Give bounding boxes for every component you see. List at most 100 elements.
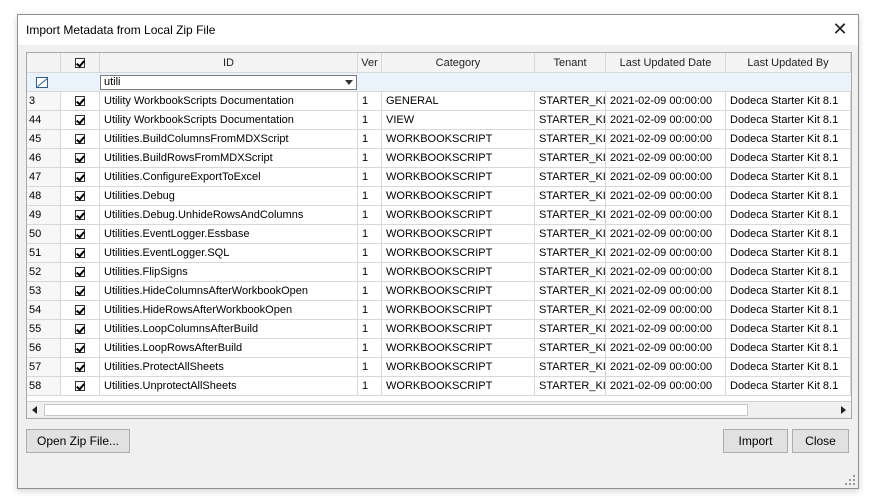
cell-tenant: STARTER_KIT xyxy=(535,263,606,282)
column-header-id[interactable]: ID xyxy=(100,53,358,73)
cell-id: Utility WorkbookScripts Documentation xyxy=(100,92,358,111)
row-select-cell[interactable] xyxy=(61,168,100,187)
row-select-cell[interactable] xyxy=(61,301,100,320)
row-number: 45 xyxy=(27,130,61,149)
cell-ver: 1 xyxy=(358,187,382,206)
cell-tenant: STARTER_KIT xyxy=(535,244,606,263)
cell-last-updated-by: Dodeca Starter Kit 8.1 xyxy=(726,187,851,206)
cell-id: Utilities.EventLogger.Essbase xyxy=(100,225,358,244)
row-select-cell[interactable] xyxy=(61,130,100,149)
row-checkbox[interactable] xyxy=(75,191,85,201)
cell-id: Utilities.BuildColumnsFromMDXScript xyxy=(100,130,358,149)
cell-category: WORKBOOKSCRIPT xyxy=(382,263,535,282)
cell-ver: 1 xyxy=(358,149,382,168)
id-filter-input[interactable]: utili xyxy=(100,75,357,90)
row-checkbox[interactable] xyxy=(75,324,85,334)
cell-last-updated-date: 2021-02-09 00:00:00 xyxy=(606,168,726,187)
row-number: 57 xyxy=(27,358,61,377)
chevron-down-icon[interactable] xyxy=(345,80,353,85)
row-checkbox[interactable] xyxy=(75,286,85,296)
row-checkbox[interactable] xyxy=(75,153,85,163)
open-zip-file-button[interactable]: Open Zip File... xyxy=(26,429,130,453)
row-select-cell[interactable] xyxy=(61,206,100,225)
column-header-last-updated-date[interactable]: Last Updated Date xyxy=(606,53,726,73)
row-select-cell[interactable] xyxy=(61,358,100,377)
cell-category: WORKBOOKSCRIPT xyxy=(382,187,535,206)
close-button[interactable]: Close xyxy=(792,429,849,453)
row-select-cell[interactable] xyxy=(61,149,100,168)
row-checkbox[interactable] xyxy=(75,229,85,239)
clear-filter-icon[interactable] xyxy=(36,77,48,88)
row-checkbox[interactable] xyxy=(75,343,85,353)
resize-grip-icon[interactable] xyxy=(845,475,855,485)
cell-last-updated-date: 2021-02-09 00:00:00 xyxy=(606,92,726,111)
row-number: 58 xyxy=(27,377,61,396)
cell-last-updated-date: 2021-02-09 00:00:00 xyxy=(606,149,726,168)
dialog-title: Import Metadata from Local Zip File xyxy=(26,23,216,37)
cell-category: WORKBOOKSCRIPT xyxy=(382,168,535,187)
row-checkbox[interactable] xyxy=(75,210,85,220)
row-select-cell[interactable] xyxy=(61,339,100,358)
row-select-cell[interactable] xyxy=(61,282,100,301)
row-select-cell[interactable] xyxy=(61,187,100,206)
cell-ver: 1 xyxy=(358,92,382,111)
cell-category: WORKBOOKSCRIPT xyxy=(382,377,535,396)
column-header-last-updated-by[interactable]: Last Updated By xyxy=(726,53,851,73)
row-select-cell[interactable] xyxy=(61,92,100,111)
row-header-corner xyxy=(27,53,61,73)
row-checkbox[interactable] xyxy=(75,305,85,315)
cell-last-updated-date: 2021-02-09 00:00:00 xyxy=(606,225,726,244)
cell-tenant: STARTER_KIT xyxy=(535,377,606,396)
row-checkbox[interactable] xyxy=(75,96,85,106)
close-icon[interactable]: ✕ xyxy=(828,19,852,41)
import-button[interactable]: Import xyxy=(723,429,788,453)
cell-last-updated-date: 2021-02-09 00:00:00 xyxy=(606,130,726,149)
row-checkbox[interactable] xyxy=(75,134,85,144)
cell-id: Utilities.HideRowsAfterWorkbookOpen xyxy=(100,301,358,320)
cell-tenant: STARTER_KIT xyxy=(535,92,606,111)
cell-category: WORKBOOKSCRIPT xyxy=(382,339,535,358)
cell-id: Utilities.UnprotectAllSheets xyxy=(100,377,358,396)
select-all-checkbox[interactable] xyxy=(75,58,85,68)
column-header-tenant[interactable]: Tenant xyxy=(535,53,606,73)
row-select-cell[interactable] xyxy=(61,377,100,396)
cell-last-updated-date: 2021-02-09 00:00:00 xyxy=(606,301,726,320)
row-select-cell[interactable] xyxy=(61,320,100,339)
cell-last-updated-by: Dodeca Starter Kit 8.1 xyxy=(726,111,851,130)
column-header-category[interactable]: Category xyxy=(382,53,535,73)
cell-tenant: STARTER_KIT xyxy=(535,282,606,301)
row-number: 52 xyxy=(27,263,61,282)
cell-tenant: STARTER_KIT xyxy=(535,339,606,358)
horizontal-scrollbar[interactable] xyxy=(27,401,851,418)
cell-last-updated-date: 2021-02-09 00:00:00 xyxy=(606,206,726,225)
row-checkbox[interactable] xyxy=(75,172,85,182)
row-number: 49 xyxy=(27,206,61,225)
scroll-thumb[interactable] xyxy=(44,404,748,416)
row-checkbox[interactable] xyxy=(75,381,85,391)
cell-ver: 1 xyxy=(358,206,382,225)
cell-ver: 1 xyxy=(358,377,382,396)
row-select-cell[interactable] xyxy=(61,244,100,263)
row-number: 44 xyxy=(27,111,61,130)
row-number: 46 xyxy=(27,149,61,168)
scroll-left-icon[interactable] xyxy=(32,406,37,414)
column-header-ver[interactable]: Ver xyxy=(358,53,382,73)
row-select-cell[interactable] xyxy=(61,263,100,282)
row-checkbox[interactable] xyxy=(75,267,85,277)
cell-tenant: STARTER_KIT xyxy=(535,168,606,187)
select-all-header[interactable] xyxy=(61,53,100,73)
row-number: 54 xyxy=(27,301,61,320)
row-checkbox[interactable] xyxy=(75,115,85,125)
row-checkbox[interactable] xyxy=(75,248,85,258)
row-select-cell[interactable] xyxy=(61,111,100,130)
row-number: 3 xyxy=(27,92,61,111)
row-checkbox[interactable] xyxy=(75,362,85,372)
row-select-cell[interactable] xyxy=(61,225,100,244)
cell-id: Utilities.BuildRowsFromMDXScript xyxy=(100,149,358,168)
cell-last-updated-date: 2021-02-09 00:00:00 xyxy=(606,377,726,396)
scroll-right-icon[interactable] xyxy=(841,406,846,414)
cell-id: Utilities.EventLogger.SQL xyxy=(100,244,358,263)
cell-category: GENERAL xyxy=(382,92,535,111)
cell-id: Utilities.ProtectAllSheets xyxy=(100,358,358,377)
cell-last-updated-date: 2021-02-09 00:00:00 xyxy=(606,187,726,206)
